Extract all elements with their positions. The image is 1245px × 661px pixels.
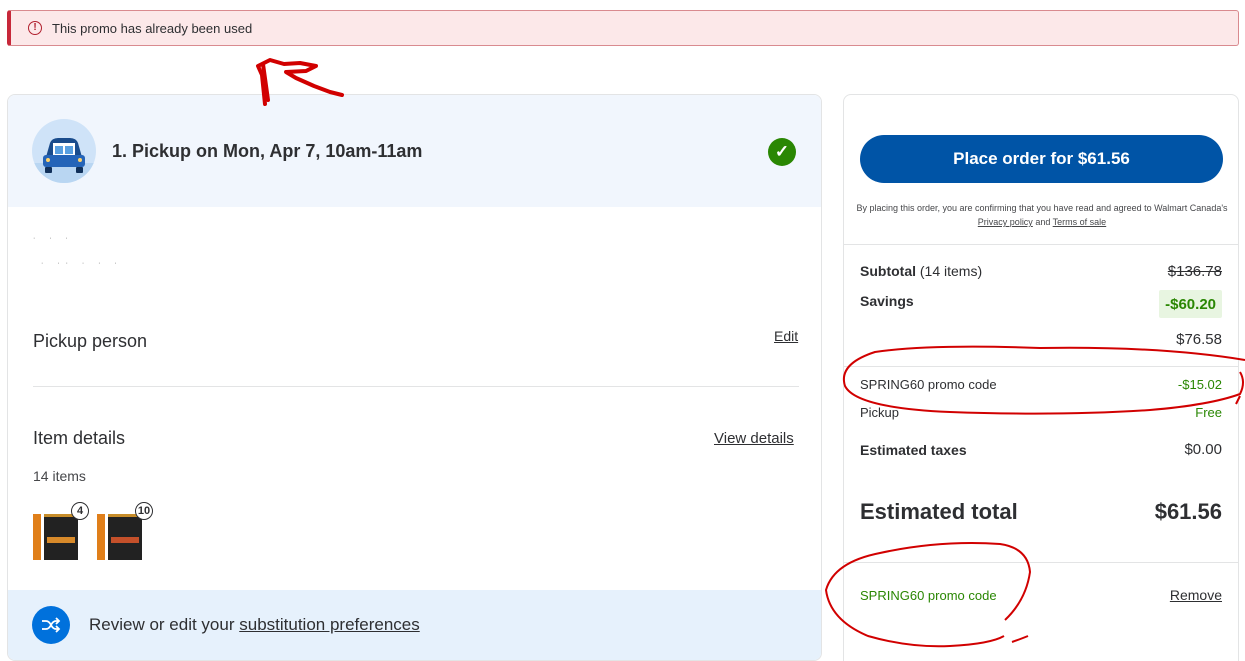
substitution-bar: Review or edit your substitution prefere… [8, 590, 821, 660]
terms-of-sale-link[interactable]: Terms of sale [1053, 217, 1107, 227]
subtotal-value: $136.78 [1167, 263, 1222, 280]
pickup-fee-label: Pickup [860, 405, 900, 420]
address-line-redacted: · ·· · · · [41, 260, 123, 267]
promo-error-alert: ! This promo has already been used [7, 10, 1239, 46]
address-line-redacted: · · · [33, 235, 74, 242]
product-image [97, 514, 142, 560]
applied-promo-label: SPRING60 promo code [860, 588, 997, 603]
subtotal-count: (14 items) [916, 263, 983, 279]
pickup-person-heading: Pickup person [33, 331, 148, 351]
alert-message: This promo has already been used [52, 20, 253, 36]
divider [844, 366, 1238, 367]
fulfillment-card: 1. Pickup on Mon, Apr 7, 10am-11am ✓ · ·… [7, 94, 822, 661]
error-icon: ! [28, 21, 42, 35]
after-savings-value: $76.58 [1176, 331, 1222, 348]
terms-prefix: By placing this order, you are confirmin… [856, 203, 1228, 213]
divider [844, 244, 1238, 245]
product-thumbnail[interactable]: 10 [97, 502, 157, 562]
product-thumbnail[interactable]: 4 [33, 502, 93, 562]
car-icon [32, 119, 96, 183]
product-image [33, 514, 78, 560]
item-details-heading: Item details [33, 428, 126, 448]
terms-notice: By placing this order, you are confirmin… [854, 201, 1230, 229]
shuffle-icon [32, 606, 70, 644]
promo-code-value: -$15.02 [1177, 377, 1222, 392]
checkout-page: ! This promo has already been used 1. Pi… [0, 0, 1245, 661]
estimated-total-value: $61.56 [1154, 499, 1222, 524]
savings-label: Savings [860, 293, 914, 309]
pickup-title: 1. Pickup on Mon, Apr 7, 10am-11am [112, 141, 423, 161]
items-count: 14 items [33, 468, 86, 484]
place-order-button[interactable]: Place order for $61.56 [860, 135, 1223, 183]
estimated-taxes-label: Estimated taxes [860, 442, 967, 458]
savings-value: -$60.20 [1159, 290, 1222, 318]
subtotal-text: Subtotal [860, 263, 916, 279]
order-summary-card: Place order for $61.56 By placing this o… [843, 94, 1239, 661]
divider [844, 562, 1238, 563]
terms-and: and [1032, 217, 1053, 227]
remove-promo-link[interactable]: Remove [1170, 587, 1222, 603]
checkmark-icon: ✓ [768, 138, 796, 166]
substitution-prefix: Review or edit your [89, 615, 240, 634]
promo-code-label: SPRING60 promo code [860, 377, 997, 392]
edit-pickup-person-link[interactable]: Edit [774, 328, 798, 344]
quantity-badge: 4 [71, 502, 89, 520]
substitution-preferences-link[interactable]: substitution preferences [239, 615, 420, 634]
divider [33, 386, 799, 387]
substitution-text: Review or edit your substitution prefere… [89, 615, 420, 635]
view-details-link[interactable]: View details [714, 430, 794, 447]
quantity-badge: 10 [135, 502, 153, 520]
subtotal-label: Subtotal (14 items) [860, 263, 982, 279]
pickup-header: 1. Pickup on Mon, Apr 7, 10am-11am ✓ [8, 95, 821, 207]
estimated-taxes-value: $0.00 [1184, 441, 1222, 458]
privacy-policy-link[interactable]: Privacy policy [978, 217, 1033, 227]
pickup-fee-value: Free [1195, 405, 1222, 420]
estimated-total-label: Estimated total [860, 499, 1018, 524]
